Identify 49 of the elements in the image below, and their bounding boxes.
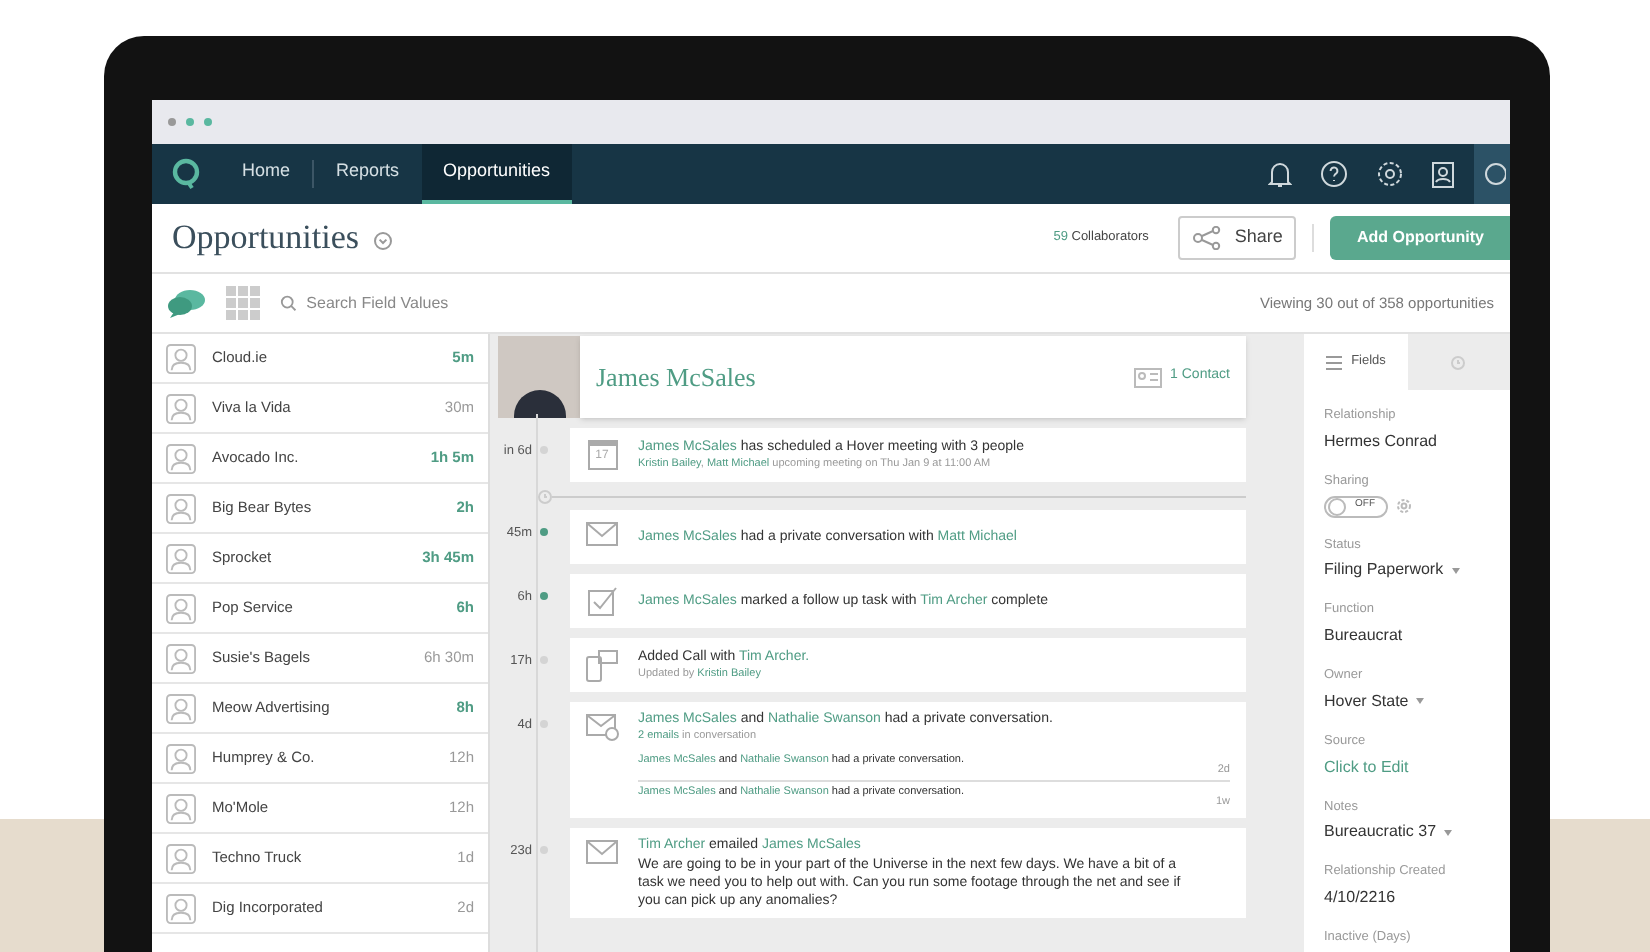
checkbox-icon	[587, 586, 617, 616]
person-icon	[166, 793, 196, 823]
person-icon	[166, 843, 196, 873]
search-icon	[1482, 162, 1506, 186]
nav-tab[interactable]: Opportunities	[421, 144, 573, 204]
gear-icon[interactable]	[1396, 498, 1412, 514]
logo-icon[interactable]	[172, 158, 200, 190]
contact-card-icon[interactable]	[1432, 160, 1454, 188]
search-field[interactable]: Search Field Values	[306, 291, 560, 315]
caret-icon	[1444, 829, 1453, 836]
contact-name: James McSales	[596, 359, 758, 396]
phone-icon	[586, 650, 618, 682]
nav-tab[interactable]: Home	[220, 144, 313, 204]
nav-tab[interactable]: Reports	[314, 144, 422, 204]
caret-icon	[1416, 698, 1425, 705]
bell-icon[interactable]	[1268, 160, 1292, 188]
list-icon	[1325, 355, 1342, 369]
settings-icon[interactable]	[1376, 160, 1404, 188]
person-icon	[166, 343, 196, 373]
help-icon[interactable]	[1320, 160, 1348, 188]
envelope-icon	[586, 840, 618, 864]
person-icon	[166, 593, 196, 623]
field-value: 4/10/2216	[1324, 886, 1398, 910]
person-icon	[166, 893, 196, 923]
field-dropdown[interactable]: Hover State	[1324, 689, 1490, 714]
share-icon	[1192, 226, 1223, 250]
field-value: Bureaucrat	[1324, 624, 1405, 648]
search-button[interactable]	[1474, 144, 1510, 204]
field-dropdown[interactable]: Filing Paperwork	[1324, 558, 1490, 583]
person-icon	[166, 393, 196, 423]
search-icon	[280, 294, 297, 312]
chat-bubbles-icon[interactable]	[168, 288, 206, 318]
share-button[interactable]: Share	[1178, 216, 1297, 260]
person-icon	[166, 543, 196, 573]
chevron-circle-icon[interactable]	[373, 232, 391, 250]
page-title: Opportunities	[172, 216, 359, 261]
contact-card-icon	[1134, 367, 1163, 387]
photo-placeholder	[498, 336, 580, 418]
caret-icon	[1451, 567, 1460, 574]
field-dropdown[interactable]: Bureaucratic 37	[1324, 820, 1490, 845]
alarm-clock-icon	[1450, 354, 1467, 370]
person-icon	[166, 493, 196, 523]
envelope-icon	[586, 522, 618, 546]
person-icon	[166, 693, 196, 723]
person-icon	[166, 643, 196, 673]
person-icon	[166, 743, 196, 773]
envelope-icon	[585, 714, 619, 742]
person-icon	[166, 443, 196, 473]
field-value: Hermes Conrad	[1324, 429, 1439, 454]
